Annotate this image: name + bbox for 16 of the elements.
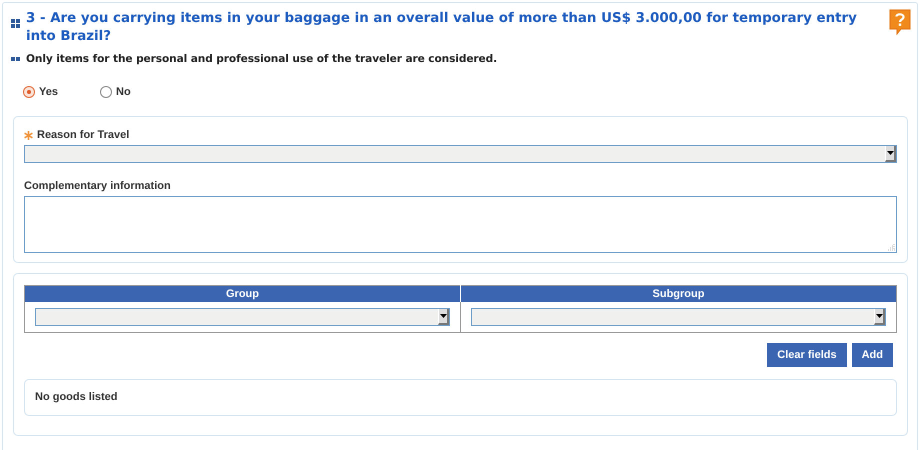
empty-message: No goods listed [35,391,118,403]
dropdown[interactable] [24,145,897,163]
bullet-icon [11,56,21,62]
radio-label: Yes [39,86,58,98]
resize-grip-icon[interactable] [888,244,895,251]
radio-label: No [116,86,131,98]
question-title: 3 - Are you carrying items in your baggage in an overall value of more than US$ 3.000,00 for temporary entry into Brazil? [26,10,858,46]
help-icon[interactable] [889,9,911,35]
text-area[interactable] [24,196,897,253]
radio-button[interactable] [100,86,112,98]
field-label: Complementary information [24,180,171,192]
question-note: Only items for the personal and professional use of the traveler are considered. [26,53,498,65]
radio-button[interactable] [23,86,35,98]
grid-icon [11,19,21,29]
caret-icon [885,146,896,162]
field-label: Reason for Travel [37,129,130,141]
